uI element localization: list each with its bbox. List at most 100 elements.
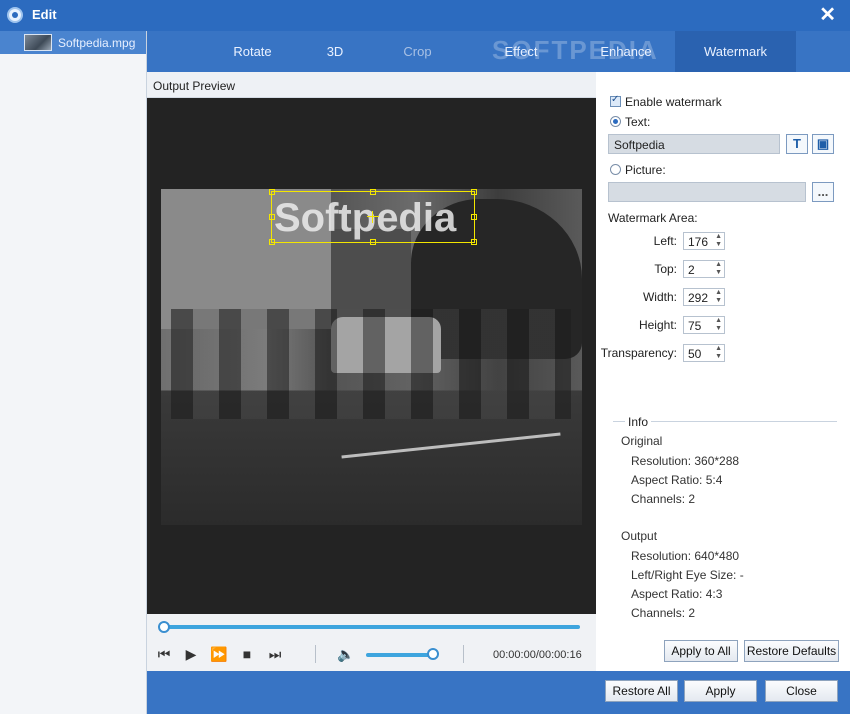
file-list-item[interactable]: Softpedia.mpg [0,31,146,54]
play-icon[interactable]: ▶ [182,645,200,663]
font-button[interactable]: T [786,134,808,154]
watermark-selection-box[interactable]: Softpedia [269,189,477,245]
picture-option-row[interactable]: Picture: [610,163,666,177]
enable-watermark-row[interactable]: Enable watermark [610,94,722,109]
transparency-label: Transparency: [600,346,677,360]
footer-bar: Restore All Apply Close [147,671,850,714]
watermark-area-label: Watermark Area: [608,211,698,225]
video-area: Softpedia [147,98,596,614]
spinner-arrows-icon[interactable]: ▲ ▼ [715,261,722,277]
resize-handle[interactable] [471,239,477,245]
output-channels: Channels: 2 [631,606,696,620]
transparency-spinner[interactable]: 50 ▲ ▼ [683,344,725,362]
preview-header: Output Preview [147,72,596,98]
top-spinner[interactable]: 2 ▲ ▼ [683,260,725,278]
width-value: 292 [688,291,709,305]
time-display: 00:00:00/00:00:16 [493,649,582,661]
tab-bar: Rotate 3D Crop Effect Enhance Watermark … [147,31,850,72]
width-spinner[interactable]: 292 ▲ ▼ [683,288,725,306]
color-button[interactable]: ▣ [812,134,834,154]
tab-effect[interactable]: Effect [465,31,577,72]
picture-radio-label: Picture: [625,163,666,177]
apply-to-all-button[interactable]: Apply to All [664,640,738,662]
preview-panel: Output Preview Softpedia ⏮ ▶ ⏩ ■ ⏭ 🔈 00:… [147,72,596,671]
info-title: Info [625,415,652,429]
divider [463,645,464,663]
spinner-arrows-icon[interactable]: ▲ ▼ [715,233,722,249]
tab-3d[interactable]: 3D [300,31,370,72]
tab-enhance[interactable]: Enhance [577,31,675,72]
output-heading: Output [621,529,658,543]
volume-knob[interactable] [426,648,439,660]
resize-handle[interactable] [471,214,477,220]
spinner-arrows-icon[interactable]: ▲ ▼ [715,289,722,305]
close-button[interactable]: Close [765,680,838,702]
resize-handle[interactable] [269,239,275,245]
video-frame: Softpedia [161,189,582,525]
original-heading: Original [621,434,663,448]
volume-slider[interactable] [366,653,436,657]
output-resolution: Resolution: 640*480 [631,549,740,563]
text-radio-label: Text: [625,115,651,129]
window-title: Edit [32,7,57,22]
spinner-arrows-icon[interactable]: ▲ ▼ [715,345,722,361]
top-value: 2 [688,263,695,277]
crosshair-icon [372,211,373,223]
original-aspect-ratio: Aspect Ratio: 5:4 [631,473,723,487]
restore-defaults-button[interactable]: Restore Defaults [744,640,839,662]
file-sidebar: Softpedia.mpg [0,31,147,714]
resize-handle[interactable] [269,214,275,220]
left-value: 176 [688,235,709,249]
output-eye-size: Left/Right Eye Size: - [631,568,744,582]
title-bar: Edit ✕ [0,0,850,31]
enable-watermark-label: Enable watermark [625,95,722,109]
tab-rotate[interactable]: Rotate [205,31,300,72]
fast-forward-icon[interactable]: ⏩ [210,645,228,663]
height-spinner[interactable]: 75 ▲ ▼ [683,316,725,334]
height-label: Height: [638,318,677,332]
resize-handle[interactable] [269,189,275,195]
volume-icon[interactable]: 🔈 [337,645,355,663]
left-spinner[interactable]: 176 ▲ ▼ [683,232,725,250]
skip-back-icon[interactable]: ⏮ [155,645,173,663]
spinner-arrows-icon[interactable]: ▲ ▼ [715,317,722,333]
original-resolution: Resolution: 360*288 [631,454,740,468]
scene-road-line [341,432,561,459]
enable-watermark-checkbox[interactable] [610,94,621,107]
transparency-value: 50 [688,347,702,361]
seek-knob[interactable] [158,621,170,633]
stop-icon[interactable]: ■ [238,645,256,663]
watermark-settings-panel: Enable watermark Text: Softpedia T ▣ Pic… [597,72,850,671]
apply-button[interactable]: Apply [684,680,757,702]
top-label: Top: [654,262,677,276]
seek-track[interactable] [163,625,580,629]
original-channels: Channels: 2 [631,492,696,506]
text-option-row[interactable]: Text: [610,115,650,129]
watermark-text-overlay: Softpedia [274,196,457,240]
app-icon [7,7,23,23]
left-label: Left: [653,234,677,248]
seek-bar[interactable] [147,614,596,638]
preview-title: Output Preview [153,79,236,93]
skip-forward-icon[interactable]: ⏭ [266,645,284,663]
resize-handle[interactable] [471,189,477,195]
playback-controls: ⏮ ▶ ⏩ ■ ⏭ 🔈 00:00:00/00:00:16 [147,638,596,671]
crosshair-icon [367,216,379,217]
height-value: 75 [688,319,702,333]
browse-button[interactable]: ... [812,182,834,202]
tab-crop[interactable]: Crop [370,31,465,72]
resize-handle[interactable] [370,239,376,245]
scene-people [171,309,571,419]
text-radio[interactable] [610,116,621,127]
video-thumbnail [24,34,52,51]
file-name: Softpedia.mpg [58,36,136,50]
resize-handle[interactable] [370,189,376,195]
close-icon[interactable]: ✕ [819,4,836,26]
picture-path-input[interactable] [608,182,806,202]
output-aspect-ratio: Aspect Ratio: 4:3 [631,587,723,601]
restore-all-button[interactable]: Restore All [605,680,678,702]
picture-radio[interactable] [610,164,621,175]
width-label: Width: [642,290,677,304]
watermark-text-input[interactable]: Softpedia [608,134,780,154]
tab-watermark[interactable]: Watermark [675,31,796,72]
